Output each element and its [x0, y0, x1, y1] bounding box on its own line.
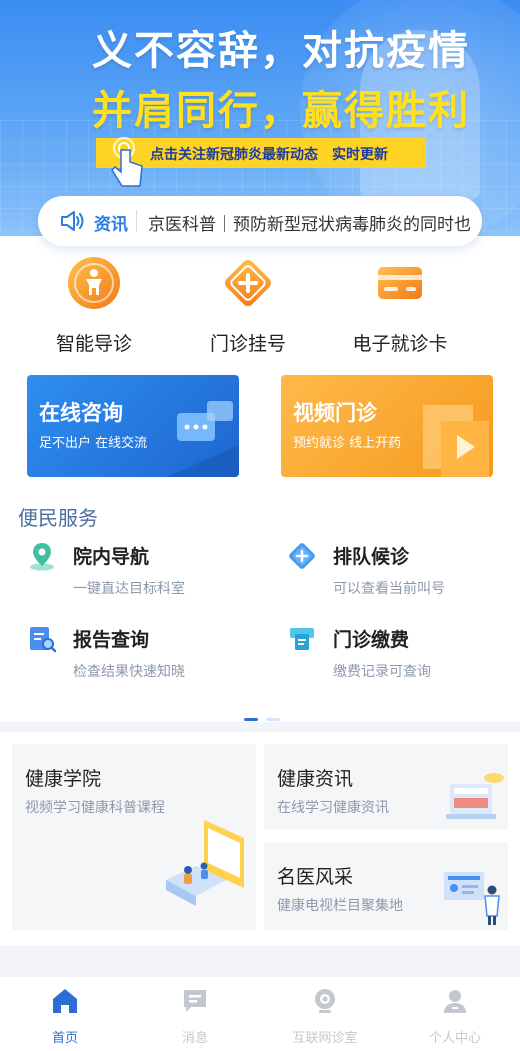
service-title: 报告查询 [73, 629, 150, 651]
home-page: 义不容辞，对抗疫情 并肩同行，赢得胜利 点击关注新冠肺炎最新动态 实时更新 资讯… [0, 0, 520, 1051]
health-news-title: 健康资讯 [277, 768, 354, 790]
tab-messages[interactable]: 消息 [130, 987, 260, 1046]
tab-label: 首页 [51, 1031, 78, 1046]
news-illustration-icon [446, 773, 504, 819]
video-clinic-card[interactable]: 视频门诊 预约就诊 线上开药 [281, 375, 493, 477]
health-academy-subtitle: 视频学习健康科普课程 [25, 800, 165, 816]
quick-actions: 智能导诊 门诊挂号 电子就诊卡 [0, 255, 520, 365]
services-section-title: 便民服务 [18, 506, 98, 530]
banner-headline-2: 并肩同行，赢得胜利 [92, 88, 470, 134]
video-clinic-subtitle: 预约就诊 线上开药 [293, 436, 402, 451]
tab-label: 互联网诊室 [292, 1031, 358, 1046]
quick-action-guide[interactable]: 智能导诊 [14, 255, 174, 356]
payment-icon [290, 628, 314, 650]
play-video-icon [423, 405, 489, 477]
quick-action-label: 门诊挂号 [209, 333, 286, 355]
pager-dot-active [244, 718, 258, 721]
banner-headline-1: 义不容辞，对抗疫情 [92, 28, 470, 74]
service-title: 排队候诊 [333, 546, 410, 568]
camera-icon [315, 989, 335, 1013]
service-navigation[interactable]: 院内导航 一键直达目标科室 [27, 541, 257, 601]
chat-bubble-icon [167, 401, 239, 477]
pager-dot [266, 718, 281, 721]
service-payment[interactable]: 门诊缴费 缴费记录可查询 [287, 624, 517, 684]
service-subtitle: 缴费记录可查询 [333, 664, 431, 680]
banner-strip-text: 点击关注新冠肺炎最新动态 实时更新 [150, 147, 388, 163]
health-academy-title: 健康学院 [25, 768, 102, 790]
famous-doctors-block[interactable]: 名医风采 健康电视栏目聚集地 [264, 842, 508, 930]
service-title: 门诊缴费 [333, 629, 410, 651]
home-icon [53, 989, 77, 1013]
registration-plus-icon [225, 260, 271, 306]
tab-internet-clinic[interactable]: 互联网诊室 [260, 987, 390, 1046]
queue-icon [289, 543, 315, 569]
tab-label: 个人中心 [428, 1031, 481, 1046]
message-icon [184, 990, 206, 1012]
tab-label: 消息 [181, 1031, 208, 1046]
service-subtitle: 检查结果快速知晓 [73, 664, 185, 680]
service-subtitle: 可以查看当前叫号 [333, 581, 445, 597]
news-tag: 资讯 [94, 215, 128, 235]
news-text: 京医科普｜预防新型冠状病毒肺炎的同时也 [148, 215, 470, 235]
famous-doctors-title: 名医风采 [277, 866, 354, 888]
health-academy-block[interactable]: 健康学院 视频学习健康科普课程 [12, 744, 256, 930]
guide-person-icon [68, 257, 120, 309]
service-subtitle: 一键直达目标科室 [73, 581, 185, 597]
speaker-icon [61, 211, 84, 231]
location-pin-icon [30, 543, 54, 571]
classroom-illustration-icon [166, 820, 244, 906]
quick-action-registration[interactable]: 门诊挂号 [168, 255, 328, 356]
tab-home[interactable]: 首页 [0, 987, 130, 1046]
doctor-screen-illustration-icon [444, 872, 500, 925]
famous-doctors-subtitle: 健康电视栏目聚集地 [277, 898, 403, 914]
health-news-subtitle: 在线学习健康资讯 [277, 800, 389, 816]
online-consult-subtitle: 足不出户 在线交流 [39, 436, 148, 451]
report-search-icon [30, 627, 57, 653]
online-consult-title: 在线咨询 [39, 401, 123, 425]
video-clinic-title: 视频门诊 [293, 401, 377, 425]
user-icon [444, 990, 466, 1013]
service-queue[interactable]: 排队候诊 可以查看当前叫号 [287, 541, 517, 601]
card-icon [378, 267, 422, 299]
quick-action-label: 电子就诊卡 [352, 333, 448, 355]
quick-action-medical-card[interactable]: 电子就诊卡 [320, 255, 480, 356]
bottom-tab-bar: 首页 消息 互联网诊室 个人中心 [0, 976, 520, 1051]
news-ticker[interactable]: 资讯 京医科普｜预防新型冠状病毒肺炎的同时也 [38, 196, 482, 246]
online-consult-card[interactable]: 在线咨询 足不出户 在线交流 [27, 375, 239, 477]
tap-hand-icon [111, 137, 143, 187]
quick-action-label: 智能导诊 [55, 333, 132, 355]
tab-profile[interactable]: 个人中心 [390, 987, 520, 1046]
service-report[interactable]: 报告查询 检查结果快速知晓 [27, 624, 257, 684]
service-title: 院内导航 [73, 546, 150, 568]
health-news-block[interactable]: 健康资讯 在线学习健康资讯 [264, 744, 508, 830]
